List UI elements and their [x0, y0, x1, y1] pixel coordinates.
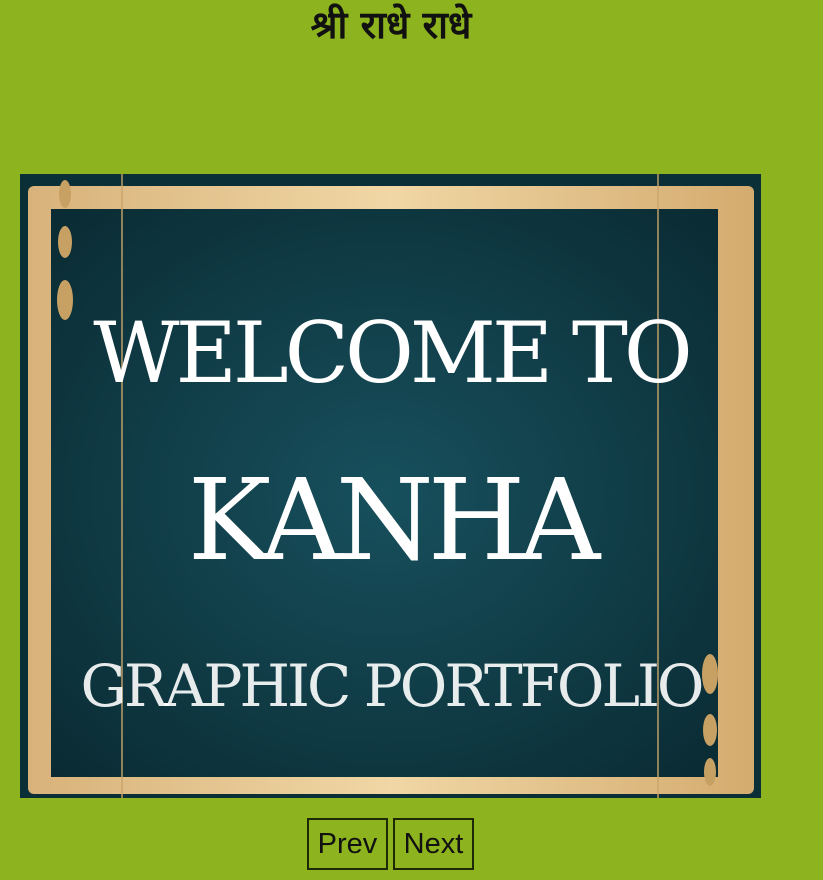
welcome-banner-graphic: WELCOME TO KANHA GRAPHIC PORTFOLIO	[20, 174, 761, 798]
slide-line-1: WELCOME TO	[93, 304, 689, 402]
slide-line-3: GRAPHIC PORTFOLIO	[81, 652, 702, 720]
slideshow-controls: Prev Next	[307, 818, 474, 870]
slide-line-2: KANHA	[188, 456, 602, 586]
prev-button[interactable]: Prev	[307, 818, 388, 870]
next-button[interactable]: Next	[393, 818, 474, 870]
page-title: श्री राधे राधे	[310, 3, 472, 47]
slideshow-image: WELCOME TO KANHA GRAPHIC PORTFOLIO	[20, 174, 761, 798]
